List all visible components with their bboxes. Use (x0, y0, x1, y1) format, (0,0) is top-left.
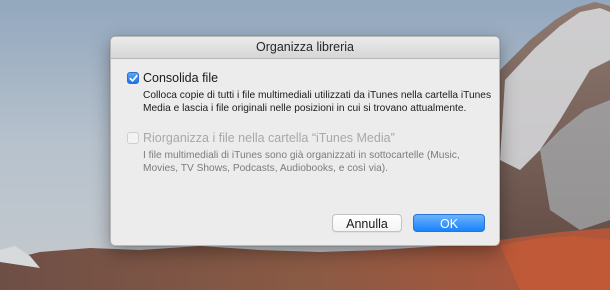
reorganize-files-description: I file multimediali di iTunes sono già o… (143, 150, 460, 175)
cancel-button[interactable]: Annulla (332, 214, 402, 232)
consolidate-files-description: Colloca copie di tutti i file multimedia… (143, 90, 492, 115)
ok-button[interactable]: OK (413, 214, 485, 232)
checkmark-icon (129, 74, 138, 82)
reorganize-files-checkbox[interactable] (127, 132, 139, 144)
desktop-background: Organizza libreria Consolida file Colloc… (0, 0, 610, 290)
consolidate-files-checkbox[interactable] (127, 72, 139, 84)
consolidate-files-label[interactable]: Consolida file (143, 71, 218, 86)
reorganize-files-label[interactable]: Riorganizza i file nella cartella “iTune… (143, 131, 395, 146)
dialog-title: Organizza libreria (111, 37, 499, 59)
organize-library-dialog: Organizza libreria Consolida file Colloc… (110, 36, 500, 246)
